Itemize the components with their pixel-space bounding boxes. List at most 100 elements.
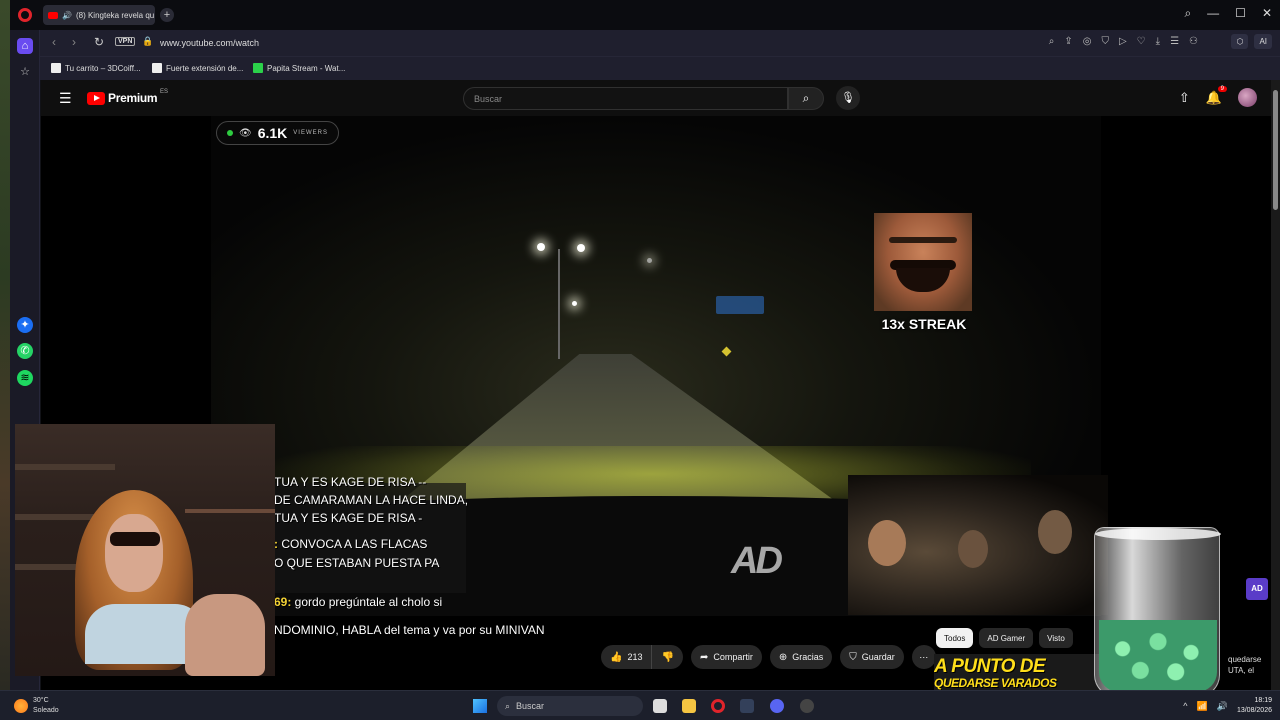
chip-ad-gamer[interactable]: AD Gamer [979,628,1034,648]
whatsapp-icon[interactable]: ✆ [17,343,33,359]
street-light [572,301,577,306]
reload-button[interactable]: ↻ [94,35,104,49]
address-actions: ⌕ ⇪ ◎ ⛉ ▷ ♡ ⤓ ☰ ⚇ [1049,36,1198,47]
hamburger-menu-icon[interactable]: ☰ [59,90,72,107]
windows-taskbar: 30°C Soleado ⌕ Buscar ^ 📶 🔊 18:19 13/08/… [0,690,1280,720]
notification-badge: 9 [1217,85,1227,92]
street-pole [558,249,560,359]
app-icon[interactable] [740,699,754,713]
bookmark-item[interactable]: Tu carrito – 3DCoiff... [51,63,141,73]
search-tabs-icon[interactable]: ⌕ [1184,6,1191,21]
bookmarks-bar: Tu carrito – 3DCoiff... Fuerte extensión… [10,56,1280,80]
search-input[interactable]: Buscar [463,87,788,110]
youtube-play-icon [87,91,105,105]
new-tab-button[interactable]: + [160,8,174,22]
thanks-button[interactable]: ⊕ Gracias [769,645,833,669]
url-field[interactable]: www.youtube.com/watch [160,38,259,48]
ad-watermark: AD [731,540,783,582]
download-icon[interactable]: ⤓ [1156,36,1160,47]
recommended-video-thumbnail[interactable]: A PUNTO DE QUEDARSE VARADOS [934,654,1109,690]
heart-icon[interactable]: ♡ [1137,36,1146,47]
scroll-thumb[interactable] [1273,90,1278,210]
zoom-icon[interactable]: ⌕ [1049,36,1055,47]
forward-button[interactable]: › [72,35,76,49]
live-dot-icon [227,130,233,136]
like-button[interactable]: 👍 213 [601,645,653,669]
streak-label: 13x STREAK [881,316,967,332]
chip-all[interactable]: Todos [936,628,974,648]
chat-message: TUA Y ES KAGE DE RISA - [274,511,423,525]
video-actions: 👍 213 👎 ➦ Compartir ⊕ Gracias ⛉ Guardar ⋯ [601,645,936,669]
vpn-badge[interactable]: VPN [115,37,136,46]
discord-icon[interactable] [770,699,784,713]
street-light [647,258,652,263]
home-icon[interactable]: ⌂ [17,38,33,54]
back-button[interactable]: ‹ [52,35,56,49]
recommendation-chips: Todos AD Gamer Visto [936,628,1073,648]
youtube-favicon-icon [48,11,58,19]
app-icon[interactable] [800,699,814,713]
bookmark-item[interactable]: Fuerte extensión de... [152,63,243,73]
eye-icon: 👁 [239,127,252,139]
viewers-badge: 👁 6.1K VIEWERS [216,121,339,145]
search-button[interactable]: ⌕ [788,87,824,110]
windows-start-icon[interactable] [473,699,487,713]
opera-taskbar-icon[interactable] [711,699,725,713]
channel-badge[interactable]: AD [1246,578,1268,600]
task-view-icon[interactable] [653,699,667,713]
mic-icon[interactable]: 🎙 [836,86,860,110]
ai-button[interactable]: AI [1254,34,1272,49]
dislike-button[interactable]: 👎 [652,645,683,669]
recommended-video-title[interactable]: quedarse UTA, el [1228,654,1261,676]
street-light [537,243,545,251]
system-tray: ^ 📶 🔊 18:19 13/08/2026 [1183,696,1272,716]
window-controls: ⌕ — ☐ ✕ [1184,6,1272,21]
share-button[interactable]: ➦ Compartir [690,645,762,669]
address-bar: ‹ › ↻ VPN 🔒 www.youtube.com/watch ⌕ ⇪ ◎ … [10,30,1280,56]
tab-youtube[interactable]: 🔊 (8) Kingteka revela qu... [43,5,155,25]
menu-icon[interactable]: ☰ [1170,36,1179,47]
notifications-bell-icon[interactable]: 🔔 9 [1206,85,1227,106]
messenger-icon[interactable]: ✦ [17,317,33,333]
spotify-icon[interactable]: ≋ [17,370,33,386]
addr-extensions: ⬡ AI [1231,34,1272,49]
chip-watched[interactable]: Visto [1039,628,1073,648]
lock-icon[interactable]: 🔒 [142,36,153,47]
bookmark-item[interactable]: Papita Stream - Wat... [253,63,345,73]
tab-bar: 🔊 (8) Kingteka revela qu... + ⌕ — ☐ ✕ [10,0,1280,30]
thumbs-down-icon: 👎 [661,651,674,663]
shield-icon[interactable]: ⛉ [1101,36,1109,47]
share-icon[interactable]: ⇪ [1064,36,1072,47]
more-options-button[interactable]: ⋯ [911,645,936,669]
kick-favicon-icon [253,63,263,73]
upload-icon[interactable]: ⇧ [1179,90,1190,106]
weather-widget[interactable]: 30°C Soleado [14,696,59,716]
save-button[interactable]: ⛉ Guardar [840,645,904,669]
profile-icon[interactable]: ⚇ [1189,36,1198,47]
chat-message: TUA Y ES KAGE DE RISA -- [274,475,427,489]
opera-logo-icon[interactable] [18,8,32,22]
page-scrollbar[interactable] [1271,80,1280,690]
speaker-icon[interactable]: 🔊 [62,11,72,20]
star-icon[interactable]: ☆ [17,64,33,80]
clock[interactable]: 18:19 13/08/2026 [1237,696,1272,716]
extension-icon[interactable]: ⬡ [1231,34,1249,49]
chat-message: DE CAMARAMAN LA HACE LINDA, [274,493,469,507]
youtube-logo[interactable]: Premium [87,91,158,105]
volume-icon[interactable]: 🔊 [1217,701,1228,712]
wifi-icon[interactable]: 📶 [1197,701,1208,712]
maximize-button[interactable]: ☐ [1235,6,1246,21]
chevron-up-icon[interactable]: ^ [1183,701,1187,711]
play-icon[interactable]: ▷ [1119,36,1127,47]
header-actions: ⇧ 🔔 9 [1179,85,1257,107]
close-button[interactable]: ✕ [1262,6,1272,21]
chat-message: : CONVOCA A LAS FLACAS [274,537,428,551]
desktop-background [0,0,10,690]
minimize-button[interactable]: — [1207,6,1219,21]
camera-icon[interactable]: ◎ [1083,36,1092,47]
avatar[interactable] [1238,88,1257,107]
file-explorer-icon[interactable] [682,699,696,713]
sunglasses [110,532,160,546]
taskbar-search[interactable]: ⌕ Buscar [497,696,643,716]
search-icon: ⌕ [505,700,511,711]
